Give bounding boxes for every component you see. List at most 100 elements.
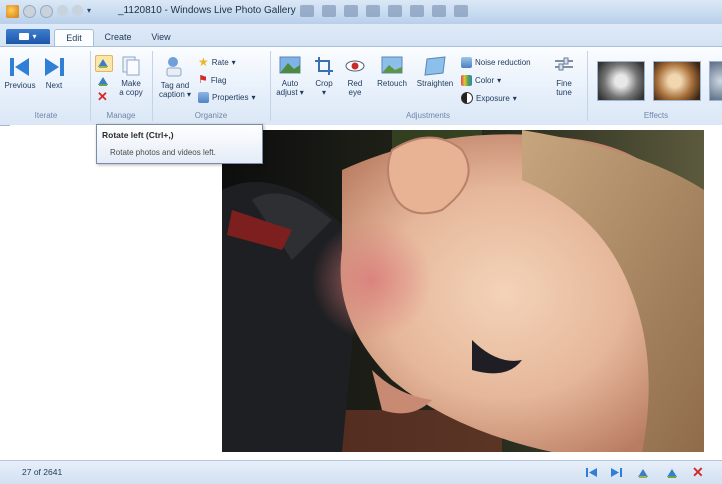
make-copy-label-2: a copy xyxy=(119,88,143,97)
app-icon xyxy=(6,5,19,18)
delete-button[interactable]: ✕ xyxy=(97,89,109,104)
rate-button[interactable]: ★ Rate ▾ xyxy=(198,55,236,69)
rotate-right-icon[interactable] xyxy=(665,466,678,479)
blurred-icon xyxy=(322,5,336,17)
back-icon[interactable] xyxy=(23,5,36,18)
properties-button[interactable]: Properties ▾ xyxy=(198,92,255,103)
chevron-down-icon: ▾ xyxy=(251,93,256,102)
next-icon[interactable] xyxy=(610,466,623,479)
rotate-left-icon[interactable] xyxy=(637,466,650,479)
window-title: _1120810 - Windows Live Photo Gallery xyxy=(118,5,296,16)
tag-caption-label-row: caption ▾ xyxy=(155,90,195,99)
ribbon: Previous Next Iterate ✕ Make a copy Mana… xyxy=(0,46,722,126)
undo-icon[interactable] xyxy=(57,5,68,16)
fine-tune-label-1: Fine xyxy=(556,79,572,88)
retouch-label: Retouch xyxy=(377,79,407,88)
delete-icon[interactable]: ✕ xyxy=(692,465,705,479)
color-label: Color xyxy=(475,76,495,85)
tag-and-caption-button[interactable]: Tag and caption ▾ xyxy=(155,55,195,99)
auto-adjust-icon xyxy=(279,56,301,74)
blurred-icon xyxy=(388,5,402,17)
tab-edit[interactable]: Edit xyxy=(54,29,94,47)
chevron-down-icon: ▾ xyxy=(512,93,517,103)
chevron-down-icon: ▾ xyxy=(299,88,304,97)
effect-thumbnail-black-white[interactable] xyxy=(597,61,645,101)
group-separator xyxy=(90,51,91,121)
straighten-icon xyxy=(424,56,446,76)
chevron-down-icon: ▾ xyxy=(321,88,326,97)
copy-icon xyxy=(122,56,140,76)
rotate-left-icon xyxy=(98,59,108,68)
previous-label: Previous xyxy=(4,81,36,90)
exposure-label: Exposure xyxy=(476,93,510,103)
noise-reduction-icon xyxy=(461,57,472,68)
customize-dropdown-icon[interactable]: ▾ xyxy=(87,5,95,15)
fine-tune-icon xyxy=(555,57,573,71)
straighten-label: Straighten xyxy=(416,79,454,88)
quick-access-toolbar: ▾ xyxy=(6,5,95,18)
group-label-organize: Organize xyxy=(194,111,228,120)
previous-icon xyxy=(10,58,29,76)
blurred-icon xyxy=(432,5,446,17)
status-bar: 27 of 2641 ✕ xyxy=(0,460,722,484)
tab-create[interactable]: Create xyxy=(97,29,139,46)
tab-view[interactable]: View xyxy=(143,29,179,46)
redo-icon[interactable] xyxy=(72,5,83,16)
make-copy-label-1: Make xyxy=(121,79,141,88)
rate-label: Rate xyxy=(211,58,229,67)
title-bar: ▾ _1120810 - Windows Live Photo Gallery xyxy=(0,0,722,25)
chevron-down-icon: ▾ xyxy=(231,58,236,67)
tooltip-title: Rotate left (Ctrl+,) xyxy=(102,130,174,140)
blurred-icon xyxy=(366,5,380,17)
previous-button[interactable]: Previous xyxy=(4,55,36,90)
red-eye-label-1: Red xyxy=(347,79,363,88)
color-button[interactable]: Color ▾ xyxy=(461,75,501,86)
flag-label: Flag xyxy=(210,76,227,85)
delete-icon: ✕ xyxy=(97,89,108,104)
flag-button[interactable]: ⚑ Flag xyxy=(198,75,226,86)
crop-button[interactable]: Crop ▾ xyxy=(310,55,338,97)
photo[interactable] xyxy=(222,130,704,452)
crop-label: Crop xyxy=(315,79,333,88)
rotate-left-tooltip: Rotate left (Ctrl+,) Rotate photos and v… xyxy=(96,124,263,164)
blurred-icon xyxy=(300,5,314,17)
group-separator xyxy=(152,51,153,121)
next-button[interactable]: Next xyxy=(40,55,68,90)
blurred-icon xyxy=(410,5,424,17)
star-icon: ★ xyxy=(198,55,209,69)
chevron-down-icon: ▾ xyxy=(187,90,192,99)
auto-adjust-label-1: Auto xyxy=(281,79,299,88)
red-eye-icon xyxy=(345,60,365,72)
forward-icon[interactable] xyxy=(40,5,53,18)
noise-reduction-label: Noise reduction xyxy=(475,58,531,67)
exposure-button[interactable]: Exposure ▾ xyxy=(461,92,517,104)
rotate-left-button[interactable] xyxy=(95,55,113,72)
previous-icon[interactable] xyxy=(585,466,598,479)
photo-image xyxy=(222,130,704,452)
application-menu-button[interactable]: ▾ xyxy=(6,29,50,44)
properties-icon xyxy=(198,92,209,103)
blurred-toolbar xyxy=(300,5,468,17)
group-label-manage: Manage xyxy=(106,111,136,120)
make-copy-button[interactable]: Make a copy xyxy=(114,55,148,97)
photo-count: 27 of 2641 xyxy=(22,467,63,477)
red-eye-button[interactable]: Red eye xyxy=(342,55,368,97)
group-label-adjustments: Adjustments xyxy=(405,111,451,120)
menu-icon xyxy=(19,33,30,40)
group-label-iterate: Iterate xyxy=(34,111,58,120)
noise-reduction-button[interactable]: Noise reduction xyxy=(461,57,531,68)
fine-tune-button[interactable]: Fine tune xyxy=(547,55,581,97)
retouch-button[interactable]: Retouch xyxy=(372,55,412,88)
effect-thumbnail-partial[interactable] xyxy=(709,61,722,101)
exposure-icon xyxy=(461,92,473,104)
chevron-down-icon: ▾ xyxy=(32,32,37,41)
straighten-button[interactable]: Straighten xyxy=(413,55,457,88)
effect-thumbnail-sepia[interactable] xyxy=(653,61,701,101)
rotate-right-button[interactable] xyxy=(96,74,110,87)
flag-icon: ⚑ xyxy=(198,74,208,86)
tooltip-description: Rotate photos and videos left. xyxy=(110,148,216,157)
group-label-effects: Effects xyxy=(643,111,669,120)
auto-adjust-button[interactable]: Auto adjust ▾ xyxy=(273,55,307,97)
rotate-right-icon xyxy=(98,77,108,86)
group-separator xyxy=(270,51,271,121)
